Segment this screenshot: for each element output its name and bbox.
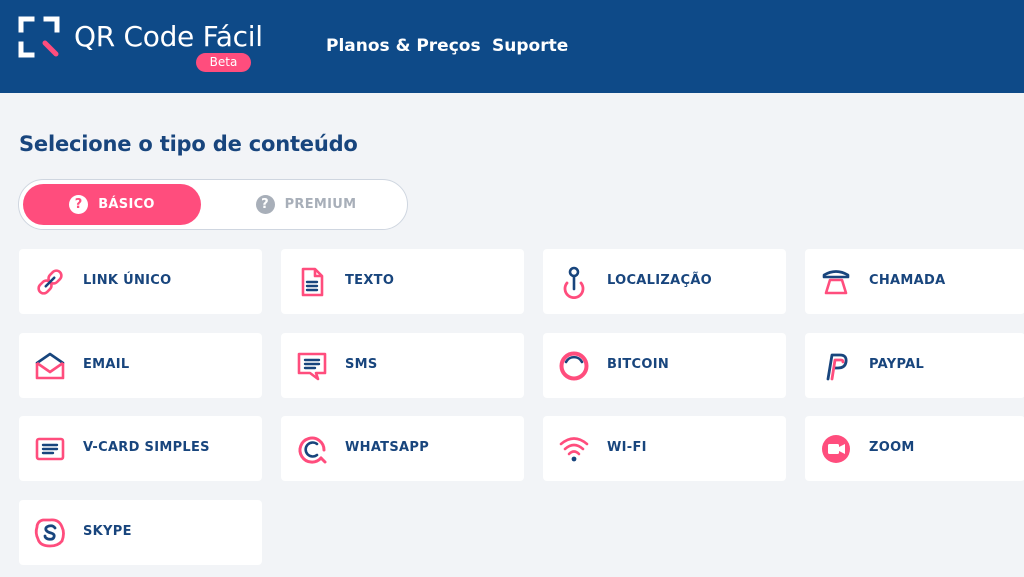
brand-logo[interactable]: QR Code Fácil Beta <box>18 16 263 76</box>
whatsapp-icon <box>298 436 327 464</box>
vcard-icon <box>35 437 65 461</box>
tab-basico[interactable]: ? BÁSICO <box>23 184 201 225</box>
type-label: ZOOM <box>869 440 915 455</box>
paypal-icon <box>826 353 848 381</box>
type-card-wifi[interactable]: WI-FI <box>543 416 786 481</box>
video-camera-icon <box>822 435 850 463</box>
type-label: TEXTO <box>345 273 395 288</box>
type-label: BITCOIN <box>607 357 670 372</box>
beta-badge: Beta <box>196 53 251 72</box>
nav-support[interactable]: Suporte <box>492 36 568 56</box>
message-icon <box>297 352 327 381</box>
page-title: Selecione o tipo de conteúdo <box>19 132 358 156</box>
type-label: SKYPE <box>83 524 132 539</box>
tab-basico-label: BÁSICO <box>98 197 155 212</box>
nav-plans-pricing[interactable]: Planos & Preços <box>326 36 481 56</box>
type-label: WI-FI <box>607 440 647 455</box>
type-card-text[interactable]: TEXTO <box>281 249 524 314</box>
type-card-vcard[interactable]: V-CARD SIMPLES <box>19 416 262 481</box>
bitcoin-icon <box>559 351 589 381</box>
type-card-zoom[interactable]: ZOOM <box>805 416 1024 481</box>
tab-premium[interactable]: ? PREMIUM <box>209 184 403 225</box>
type-label: CHAMADA <box>869 273 946 288</box>
brand-name: QR Code Fácil <box>74 20 263 53</box>
phone-icon <box>822 270 850 295</box>
tab-premium-label: PREMIUM <box>284 197 357 212</box>
type-label: PAYPAL <box>869 357 925 372</box>
type-label: EMAIL <box>83 357 130 372</box>
question-icon: ? <box>69 195 89 214</box>
type-card-call[interactable]: CHAMADA <box>805 249 1024 314</box>
type-label: SMS <box>345 357 378 372</box>
type-card-paypal[interactable]: PAYPAL <box>805 333 1024 398</box>
question-icon: ? <box>255 195 275 214</box>
type-card-sms[interactable]: SMS <box>281 333 524 398</box>
type-card-bitcoin[interactable]: BITCOIN <box>543 333 786 398</box>
type-card-email[interactable]: EMAIL <box>19 333 262 398</box>
type-card-skype[interactable]: SKYPE <box>19 500 262 565</box>
type-card-whatsapp[interactable]: WHATSAPP <box>281 416 524 481</box>
location-pin-icon <box>563 266 585 299</box>
top-header: QR Code Fácil Beta Planos & Preços Supor… <box>0 0 1024 93</box>
wifi-icon <box>559 437 589 462</box>
plan-toggle: ? BÁSICO ? PREMIUM <box>18 179 408 230</box>
type-label: LINK ÚNICO <box>83 273 172 288</box>
qr-frame-icon <box>18 16 60 58</box>
type-label: V-CARD SIMPLES <box>83 440 210 455</box>
envelope-icon <box>35 352 65 380</box>
type-label: LOCALIZAÇÃO <box>607 273 713 288</box>
type-card-location[interactable]: LOCALIZAÇÃO <box>543 249 786 314</box>
document-icon <box>301 267 324 297</box>
type-card-link[interactable]: LINK ÚNICO <box>19 249 262 314</box>
type-label: WHATSAPP <box>345 440 430 455</box>
link-icon <box>37 269 63 295</box>
skype-icon <box>34 518 65 548</box>
